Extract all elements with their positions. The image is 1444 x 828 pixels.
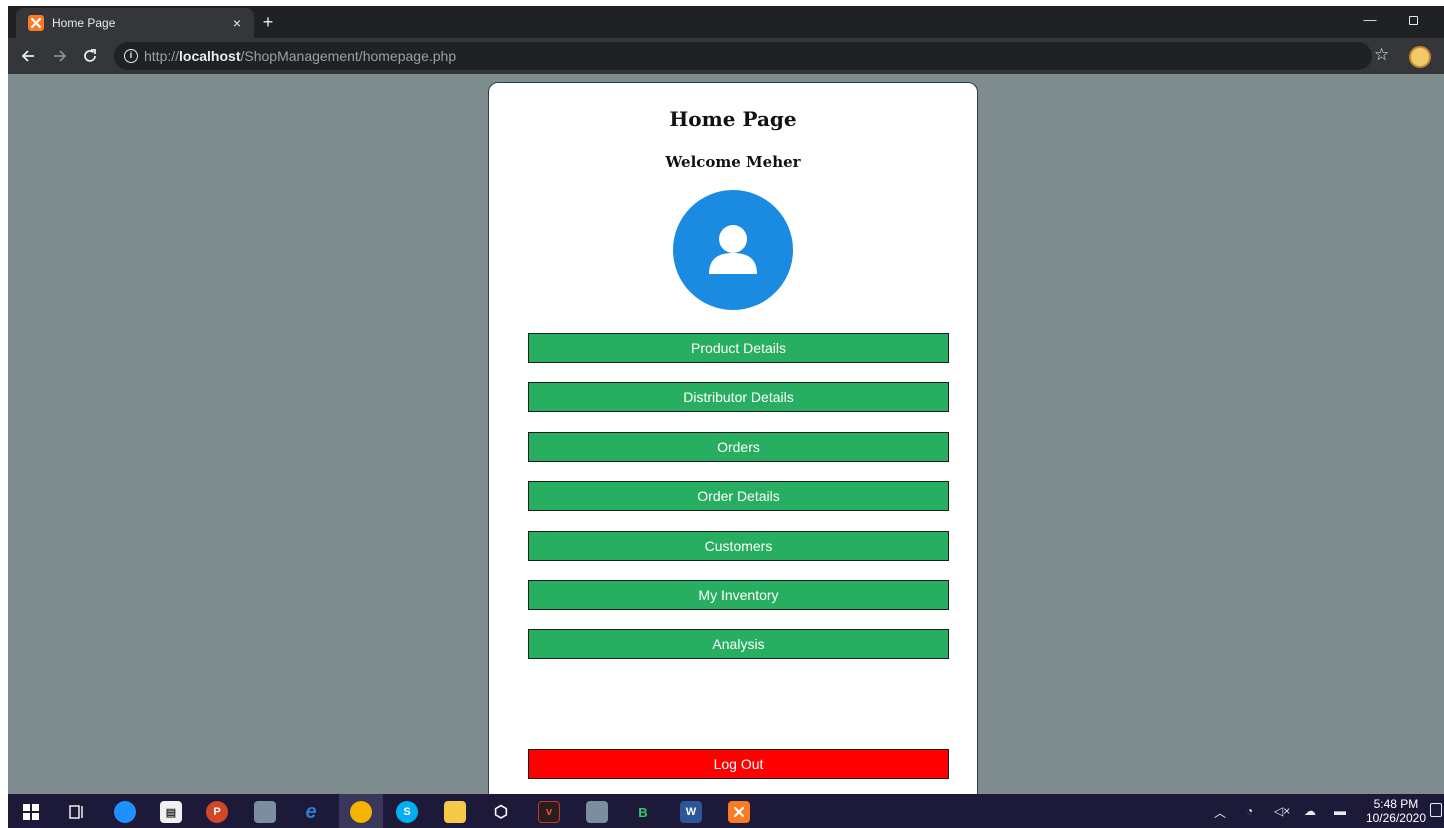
app-b-icon[interactable]: B bbox=[632, 801, 654, 823]
edge-browser-icon[interactable] bbox=[114, 801, 136, 823]
forward-arrow-icon bbox=[54, 50, 67, 62]
chrome-icon[interactable] bbox=[350, 801, 372, 823]
tab-title: Home Page bbox=[52, 16, 116, 30]
analysis-button[interactable]: Analysis bbox=[528, 629, 949, 659]
network-icon[interactable]: ◔ bbox=[1246, 804, 1253, 818]
tab-strip: Home Page × + — bbox=[8, 6, 1444, 38]
clock-time: 5:48 PM bbox=[1373, 797, 1419, 811]
database-icon[interactable] bbox=[254, 801, 276, 823]
reload-icon bbox=[84, 49, 96, 62]
task-view-icon[interactable] bbox=[66, 801, 88, 823]
windows-taskbar: ▤ P e S ⬡ v B W ︿ ◔ ◁× ☁ ▬ 5:48 PM 10/26… bbox=[8, 794, 1444, 828]
back-button[interactable] bbox=[18, 46, 38, 66]
user-avatar-icon bbox=[673, 190, 793, 310]
browser-tab[interactable]: Home Page × bbox=[16, 8, 254, 38]
welcome-text: Welcome Meher bbox=[665, 153, 801, 171]
xampp-taskbar-icon[interactable] bbox=[728, 801, 750, 823]
database-2-icon[interactable] bbox=[586, 801, 608, 823]
home-card: Home Page Welcome Meher Product Details … bbox=[488, 82, 978, 794]
3d-box-icon[interactable]: ⬡ bbox=[490, 801, 512, 823]
forward-button[interactable] bbox=[50, 46, 70, 66]
clock[interactable]: 5:48 PM 10/26/2020 bbox=[1366, 797, 1426, 825]
back-arrow-icon bbox=[21, 50, 34, 62]
powerpoint-icon[interactable]: P bbox=[206, 801, 228, 823]
bookmark-star-icon[interactable]: ☆ bbox=[1374, 45, 1389, 65]
address-bar[interactable]: i http://localhost/ShopManagement/homepa… bbox=[114, 42, 1372, 70]
distributor-details-button[interactable]: Distributor Details bbox=[528, 382, 949, 412]
info-icon[interactable]: i bbox=[124, 49, 138, 63]
xampp-icon bbox=[28, 15, 44, 31]
product-details-button[interactable]: Product Details bbox=[528, 333, 949, 363]
new-tab-button[interactable]: + bbox=[258, 12, 278, 32]
restore-icon bbox=[1409, 16, 1418, 25]
page-title: Home Page bbox=[669, 107, 797, 131]
minimize-button[interactable]: — bbox=[1358, 10, 1382, 32]
battery-icon[interactable]: ▬ bbox=[1334, 804, 1346, 818]
browser-toolbar: i http://localhost/ShopManagement/homepa… bbox=[8, 38, 1444, 74]
orders-button[interactable]: Orders bbox=[528, 432, 949, 462]
internet-explorer-icon[interactable]: e bbox=[300, 801, 322, 823]
browser-window: Home Page × + — i http://localhost/ShopM… bbox=[8, 6, 1444, 828]
customers-button[interactable]: Customers bbox=[528, 531, 949, 561]
store-icon[interactable]: ▤ bbox=[160, 801, 182, 823]
windows-start-icon[interactable] bbox=[20, 801, 42, 823]
volume-muted-icon[interactable]: ◁× bbox=[1274, 804, 1290, 818]
reload-button[interactable] bbox=[80, 46, 100, 66]
tab-close-button[interactable]: × bbox=[228, 14, 246, 32]
onedrive-icon[interactable]: ☁ bbox=[1304, 804, 1316, 818]
word-icon[interactable]: W bbox=[680, 801, 702, 823]
my-inventory-button[interactable]: My Inventory bbox=[528, 580, 949, 610]
profile-avatar-icon[interactable] bbox=[1409, 46, 1431, 68]
skype-icon[interactable]: S bbox=[396, 801, 418, 823]
clock-date: 10/26/2020 bbox=[1365, 811, 1426, 825]
page-viewport: Home Page Welcome Meher Product Details … bbox=[8, 74, 1444, 794]
notification-icon[interactable] bbox=[1430, 803, 1442, 817]
order-details-button[interactable]: Order Details bbox=[528, 481, 949, 511]
logout-button[interactable]: Log Out bbox=[528, 749, 949, 779]
restore-button[interactable] bbox=[1402, 10, 1426, 32]
chevron-up-icon[interactable]: ︿ bbox=[1214, 804, 1226, 821]
app-v-icon[interactable]: v bbox=[538, 801, 560, 823]
url-text: http://localhost/ShopManagement/homepage… bbox=[144, 48, 457, 64]
file-explorer-icon[interactable] bbox=[444, 801, 466, 823]
